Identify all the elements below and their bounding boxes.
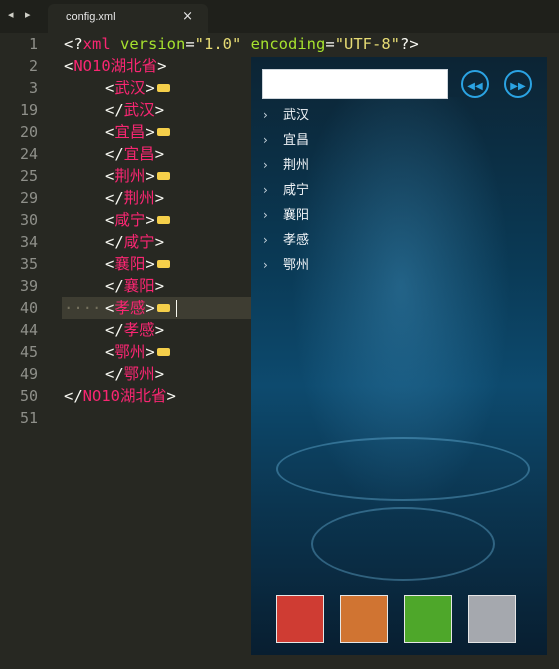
line-number: 19 — [19, 101, 38, 119]
line-number: 45 — [19, 343, 38, 361]
line-number: 20 — [19, 123, 38, 141]
background-ring — [311, 507, 495, 581]
code-line-1: <?xml version="1.0" encoding="UTF-8"?> — [64, 35, 419, 53]
line-number: 1 — [28, 35, 38, 53]
color-swatch-green[interactable] — [404, 595, 452, 643]
line-number: 34 — [19, 233, 38, 251]
fast-forward-icon: ▶▶ — [510, 81, 526, 92]
fold-marker-icon[interactable] — [156, 215, 170, 224]
fold-marker-icon[interactable] — [156, 83, 170, 92]
line-number: 44 — [19, 321, 38, 339]
tab-bar: ◂ ▸ config.xml × — [0, 0, 559, 33]
chevron-right-icon: › — [263, 208, 268, 222]
text-caret — [175, 300, 177, 317]
fold-marker-icon[interactable] — [156, 259, 170, 268]
fold-marker-icon[interactable] — [156, 127, 170, 136]
city-browser-panel: ◀◀ ▶▶ › 武汉 › 宜昌 › 荆州 › 咸宁 › 襄阳 › 孝感 › 鄂州 — [251, 57, 547, 655]
tab-config-xml[interactable]: config.xml × — [48, 4, 208, 33]
chevron-right-icon: › — [263, 133, 268, 147]
chevron-right-icon: › — [263, 233, 268, 247]
list-item[interactable]: › 荆州 — [263, 153, 309, 178]
rewind-button[interactable]: ◀◀ — [461, 70, 489, 98]
line-number: 50 — [19, 387, 38, 405]
chevron-right-icon: › — [263, 158, 268, 172]
fast-rewind-icon: ◀◀ — [467, 81, 483, 92]
close-icon[interactable]: × — [182, 9, 193, 24]
fold-marker-icon[interactable] — [156, 347, 170, 356]
tab-title: config.xml — [66, 11, 116, 23]
list-item[interactable]: › 鄂州 — [263, 253, 309, 278]
tab-nav-arrows[interactable]: ◂ ▸ — [8, 8, 35, 21]
chevron-right-icon: › — [263, 183, 268, 197]
line-number: 49 — [19, 365, 38, 383]
color-swatch-gray[interactable] — [468, 595, 516, 643]
line-number: 25 — [19, 167, 38, 185]
list-item[interactable]: › 宜昌 — [263, 128, 309, 153]
fold-marker-icon[interactable] — [156, 303, 170, 312]
search-input[interactable] — [262, 69, 448, 99]
line-number: 35 — [19, 255, 38, 273]
line-number: 29 — [19, 189, 38, 207]
line-number-gutter: 1 2 3 19 20 24 25 29 30 34 35 39 40 44 45 49 50 51 — [0, 33, 46, 429]
city-list: › 武汉 › 宜昌 › 荆州 › 咸宁 › 襄阳 › 孝感 › 鄂州 — [263, 103, 309, 278]
line-number: 30 — [19, 211, 38, 229]
line-number: 3 — [28, 79, 38, 97]
fast-forward-button[interactable]: ▶▶ — [504, 70, 532, 98]
line-number: 51 — [19, 409, 38, 427]
list-item[interactable]: › 襄阳 — [263, 203, 309, 228]
line-number: 40 — [19, 299, 38, 317]
list-item[interactable]: › 孝感 — [263, 228, 309, 253]
chevron-right-icon: › — [263, 258, 268, 272]
line-number: 24 — [19, 145, 38, 163]
line-number: 2 — [28, 57, 38, 75]
list-item[interactable]: › 咸宁 — [263, 178, 309, 203]
fold-marker-icon[interactable] — [156, 171, 170, 180]
color-swatch-red[interactable] — [276, 595, 324, 643]
line-number: 39 — [19, 277, 38, 295]
background-ring — [276, 437, 530, 501]
list-item[interactable]: › 武汉 — [263, 103, 309, 128]
color-swatch-orange[interactable] — [340, 595, 388, 643]
chevron-right-icon: › — [263, 108, 268, 122]
